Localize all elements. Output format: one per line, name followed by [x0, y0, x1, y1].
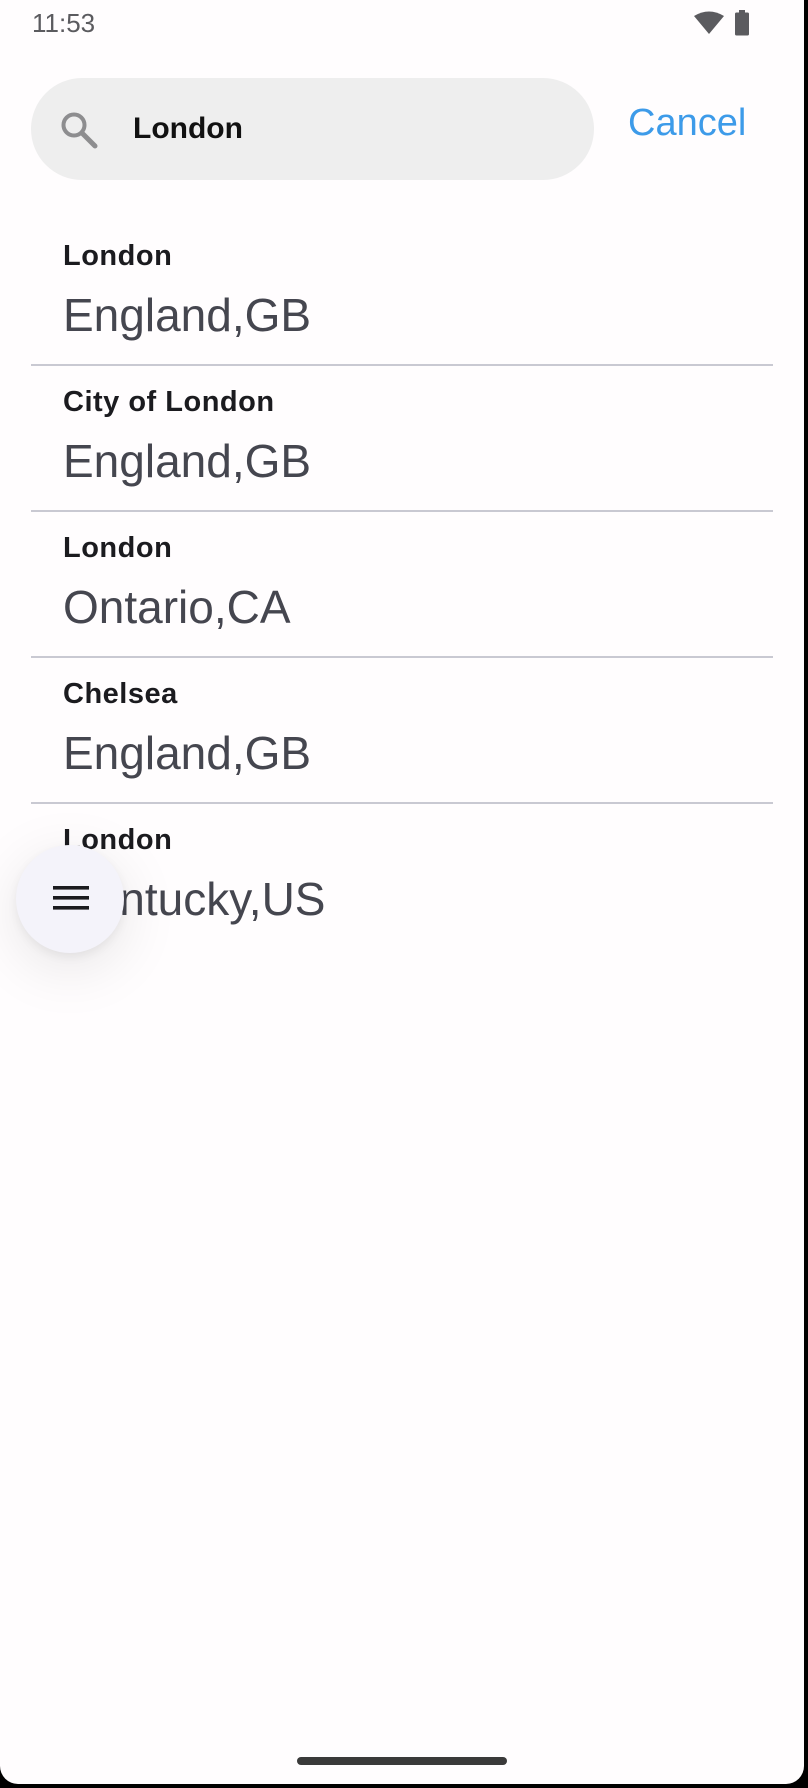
search-icon [61, 112, 98, 149]
result-item[interactable]: City of London England,GB [31, 366, 773, 512]
result-item[interactable]: London Kentucky,US [31, 804, 773, 950]
home-indicator[interactable] [297, 1757, 507, 1765]
status-icons [694, 10, 750, 36]
status-bar: 11:53 [0, 0, 804, 46]
result-item[interactable]: Chelsea England,GB [31, 658, 773, 804]
battery-icon [735, 10, 749, 36]
cancel-button[interactable]: Cancel [628, 102, 746, 145]
wifi-icon [694, 11, 724, 34]
result-region: Ontario,CA [63, 581, 291, 633]
result-item[interactable]: London Ontario,CA [31, 512, 773, 658]
result-city: Chelsea [63, 678, 178, 710]
search-bar: Cancel [0, 78, 804, 180]
result-region: England,GB [63, 435, 312, 487]
result-region: England,GB [63, 289, 312, 341]
search-input[interactable] [133, 78, 573, 180]
result-city: City of London [63, 386, 275, 418]
app-screen: 11:53 Cancel London England,GB [0, 0, 804, 1784]
menu-icon [53, 886, 89, 910]
results-list: London England,GB City of London England… [31, 220, 773, 950]
result-region: England,GB [63, 727, 312, 779]
result-item[interactable]: London England,GB [31, 220, 773, 366]
result-city: London [63, 532, 173, 564]
result-city: London [63, 240, 173, 272]
search-field[interactable] [31, 78, 594, 180]
menu-fab-button[interactable] [16, 845, 124, 953]
status-time: 11:53 [32, 8, 96, 38]
